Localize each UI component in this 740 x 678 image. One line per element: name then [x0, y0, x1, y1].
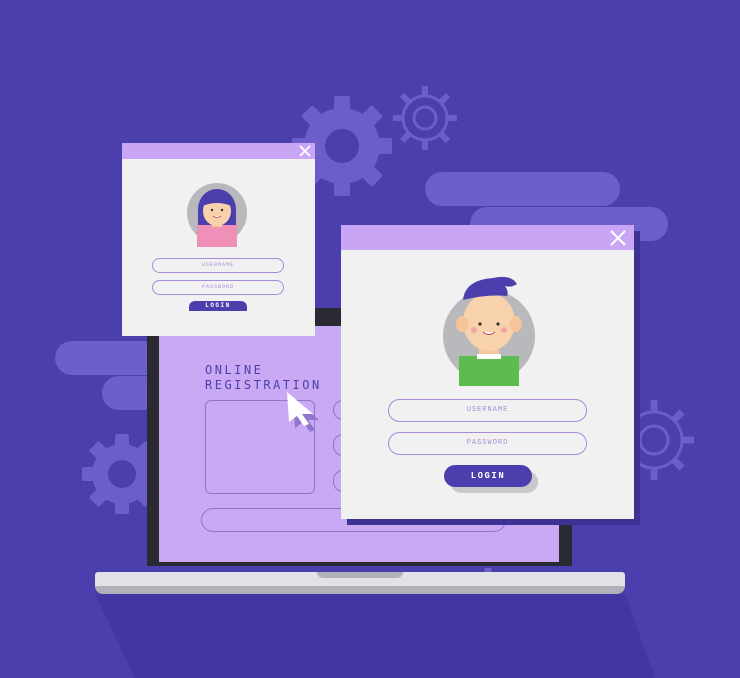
laptop-notch	[317, 572, 403, 578]
window-title-bar	[341, 225, 634, 250]
close-icon[interactable]	[610, 230, 626, 246]
window-title-bar	[122, 143, 315, 159]
illustration-stage: ONLINE REGISTRATION USERNAME PASSWORD LO…	[0, 0, 740, 678]
large-login-window: USERNAME PASSWORD LOGIN	[341, 225, 634, 519]
close-icon[interactable]	[299, 145, 311, 157]
cursor-icon	[287, 392, 319, 432]
registration-title: ONLINE REGISTRATION	[205, 363, 322, 393]
login-button[interactable]: LOGIN	[189, 301, 247, 311]
registration-title-line1: ONLINE	[205, 363, 264, 377]
password-input[interactable]: PASSWORD	[388, 432, 587, 455]
login-button[interactable]: LOGIN	[444, 465, 532, 487]
password-input[interactable]: PASSWORD	[152, 280, 284, 295]
laptop-shadow	[95, 594, 655, 678]
female-avatar-icon	[187, 183, 247, 247]
username-input[interactable]: USERNAME	[152, 258, 284, 273]
male-avatar-icon	[443, 276, 535, 386]
laptop-base-bottom	[95, 586, 625, 594]
small-login-window: USERNAME PASSWORD LOGIN	[122, 143, 315, 336]
username-input[interactable]: USERNAME	[388, 399, 587, 422]
gear-icon	[393, 86, 457, 150]
